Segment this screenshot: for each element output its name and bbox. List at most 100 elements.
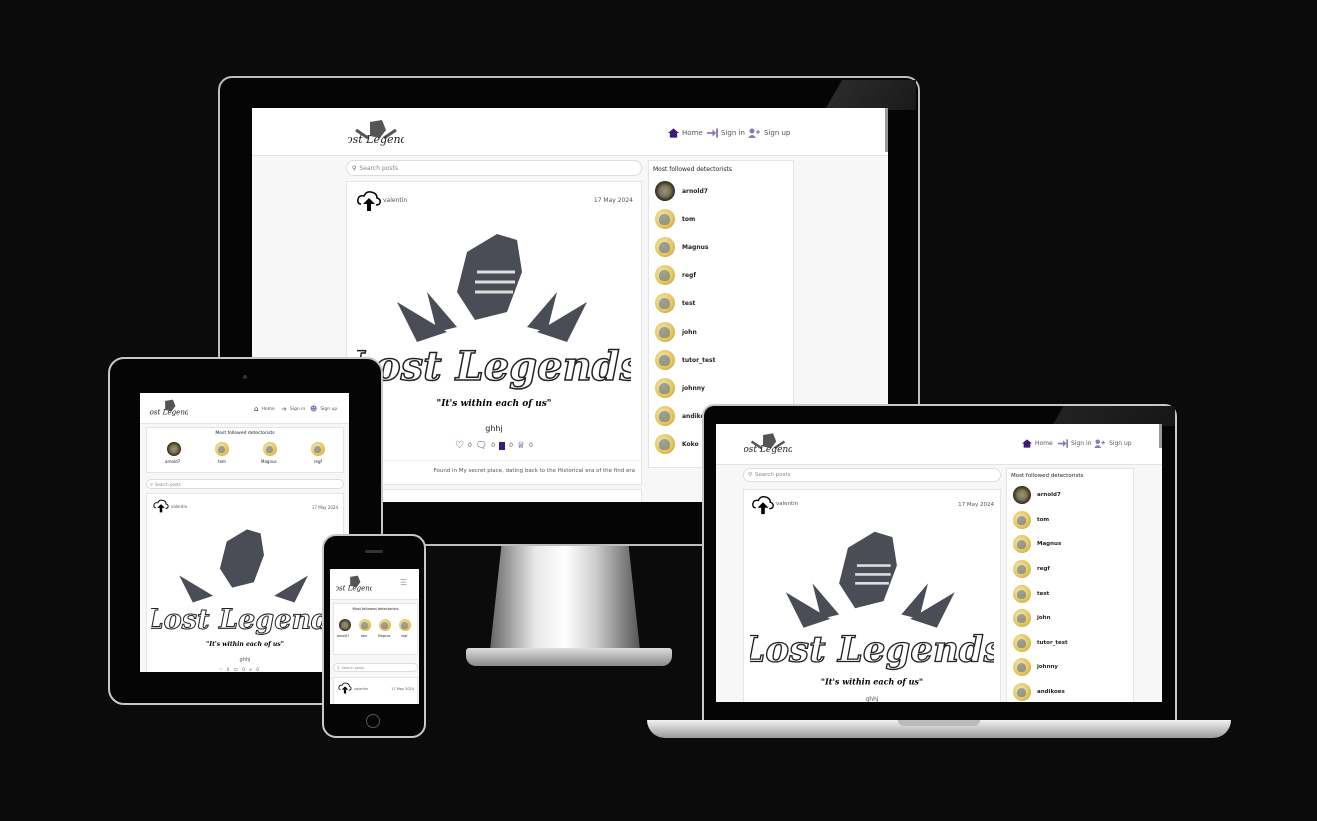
strip-user[interactable]: tom: [361, 634, 367, 638]
scrollbar[interactable]: [885, 108, 888, 152]
post-image[interactable]: Lost Legends "It's within each of us": [151, 528, 339, 650]
search-input[interactable]: ⚲ Search posts: [346, 160, 642, 176]
sidebar-user[interactable]: andikoes: [1037, 689, 1065, 695]
nav-home[interactable]: Home: [1022, 439, 1053, 448]
post-author[interactable]: valentin: [776, 501, 798, 507]
phone-home-button[interactable]: [366, 714, 380, 728]
sidebar-user[interactable]: tom: [1037, 517, 1049, 523]
avatar[interactable]: [1013, 634, 1031, 652]
post-card[interactable]: valentin 17 May 2024 Lost Legends "It's w…: [146, 493, 344, 672]
post-date: 17 May 2024: [391, 687, 414, 691]
search-input[interactable]: ⚲ Search posts: [146, 479, 344, 489]
site-logo[interactable]: Lost Legends: [744, 430, 792, 458]
sidebar-user[interactable]: johnny: [682, 385, 705, 392]
sidebar-user[interactable]: Koko: [682, 441, 699, 448]
nav-signup-label: Sign up: [1109, 440, 1132, 447]
avatar[interactable]: [1013, 658, 1031, 676]
hamburger-menu-icon[interactable]: ☰: [400, 578, 407, 587]
avatar[interactable]: [1013, 683, 1031, 701]
avatar[interactable]: [655, 181, 675, 201]
nav-signup[interactable]: Sign up: [748, 128, 790, 138]
sidebar-user[interactable]: regf: [1037, 566, 1050, 572]
nav-signup[interactable]: Sign up: [1094, 439, 1132, 448]
post-card[interactable]: valentin 17 May 2024 Lost Legends "It's w…: [743, 489, 1001, 702]
avatar[interactable]: [311, 442, 325, 456]
avatar[interactable]: [655, 293, 675, 313]
strip-user[interactable]: tom: [218, 459, 226, 464]
post-author[interactable]: valentin: [354, 687, 368, 691]
strip-user[interactable]: regf: [401, 634, 407, 638]
avatar[interactable]: [1013, 585, 1031, 603]
sidebar-user[interactable]: arnold7: [1037, 492, 1061, 498]
search-icon: ⚲: [337, 665, 340, 670]
strip-user[interactable]: arnold7: [337, 634, 349, 638]
upload-avatar-icon: [357, 191, 381, 211]
avatar[interactable]: [359, 619, 371, 631]
site-logo[interactable]: Lost Legends: [150, 397, 188, 419]
avatar[interactable]: [655, 406, 675, 426]
avatar[interactable]: [655, 434, 675, 454]
nav-signup[interactable]: ☻ Sign up: [310, 405, 337, 413]
sidebar-user[interactable]: test: [682, 300, 695, 307]
avatar[interactable]: [655, 209, 675, 229]
avatar[interactable]: [1013, 486, 1031, 504]
sidebar-user[interactable]: regf: [682, 272, 696, 279]
strip-user[interactable]: arnold7: [165, 459, 180, 464]
avatar[interactable]: [655, 237, 675, 257]
avatar[interactable]: [1013, 535, 1031, 553]
post-card[interactable]: valentin 17 May 2024 Lost Legends "It's …: [346, 181, 642, 485]
sidebar-user[interactable]: tutor_test: [682, 357, 715, 364]
post-image[interactable]: Lost Legends "It's within each of us": [357, 232, 631, 412]
avatar[interactable]: [399, 619, 411, 631]
avatar[interactable]: [167, 442, 181, 456]
avatar[interactable]: [1013, 609, 1031, 627]
sidebar-user[interactable]: Magnus: [1037, 541, 1061, 547]
nav-home[interactable]: ⌂ Home: [254, 405, 275, 413]
post-image[interactable]: Lost Legends "It's within each of us": [750, 530, 994, 690]
search-input[interactable]: ⚲ Search posts: [333, 663, 418, 672]
post-author[interactable]: valentin: [383, 197, 407, 204]
avatar[interactable]: [655, 350, 675, 370]
strip-user[interactable]: Magnus: [261, 459, 277, 464]
post-author[interactable]: valentin: [171, 504, 187, 509]
site-logo[interactable]: Lost Legends: [348, 116, 404, 150]
avatar[interactable]: [1013, 560, 1031, 578]
sidebar-user[interactable]: Magnus: [682, 244, 708, 251]
nav-signin[interactable]: Sign in: [707, 128, 745, 138]
laptop-screen: Lost Legends Home Sign in Sign up ⚲Searc…: [716, 424, 1162, 702]
nav-home[interactable]: Home: [668, 128, 703, 138]
crown-icon[interactable]: ♕: [249, 667, 253, 672]
sidebar-user[interactable]: tutor_test: [1037, 640, 1068, 646]
sidebar-user[interactable]: johnny: [1037, 664, 1058, 670]
post-card[interactable]: valentin 17 May 2024: [333, 677, 418, 704]
heart-icon[interactable]: ♡: [455, 440, 464, 451]
comments-icon[interactable]: 🗨: [476, 441, 487, 451]
sidebar-user[interactable]: arnold7: [682, 188, 708, 195]
search-input[interactable]: ⚲ Search posts: [743, 468, 1001, 482]
comments-icon[interactable]: 🗨: [233, 667, 238, 672]
avatar[interactable]: [339, 619, 351, 631]
sign-in-icon: [707, 128, 718, 138]
sidebar-user[interactable]: tom: [682, 216, 695, 223]
avatar[interactable]: [655, 265, 675, 285]
next-post-card[interactable]: [346, 489, 642, 502]
avatar[interactable]: [1013, 511, 1031, 529]
avatar[interactable]: [215, 442, 229, 456]
site-logo[interactable]: Lost Legends: [336, 573, 372, 595]
nav-home-label: Home: [1035, 440, 1053, 447]
avatar[interactable]: [655, 322, 675, 342]
crown-icon[interactable]: ♕: [517, 441, 525, 451]
scrollbar[interactable]: [1159, 424, 1162, 448]
avatar[interactable]: [379, 619, 391, 631]
bookmark-icon[interactable]: [499, 441, 506, 450]
avatar[interactable]: [655, 378, 675, 398]
avatar[interactable]: [263, 442, 277, 456]
sidebar-user[interactable]: test: [1037, 591, 1049, 597]
nav-signin[interactable]: ➜ Sign in: [281, 405, 305, 413]
strip-user[interactable]: Magnus: [378, 634, 390, 638]
strip-user[interactable]: regf: [314, 459, 322, 464]
sidebar-user[interactable]: john: [1037, 615, 1051, 621]
heart-icon[interactable]: ♡: [219, 667, 223, 672]
sidebar-user[interactable]: john: [682, 329, 697, 336]
nav-signin[interactable]: Sign in: [1058, 439, 1091, 448]
